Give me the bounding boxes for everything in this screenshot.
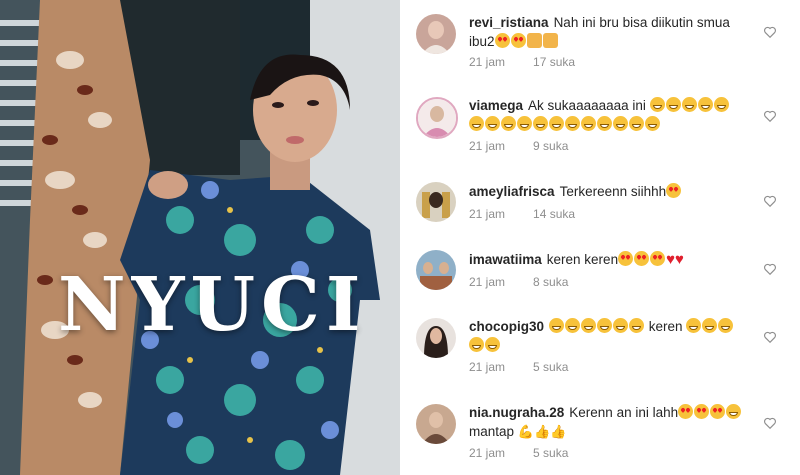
comment-time[interactable]: 21 jam (469, 55, 505, 69)
like-heart-icon[interactable] (763, 262, 777, 276)
comment-meta: 21 jam 5 suka (469, 446, 596, 460)
comment-time[interactable]: 21 jam (469, 360, 505, 374)
comment-likes[interactable]: 5 suka (533, 360, 568, 374)
like-heart-icon[interactable] (763, 194, 777, 208)
avatar[interactable] (416, 182, 456, 222)
avatar[interactable] (416, 97, 458, 139)
comment-emojis-line2: 💪👍👍 (517, 424, 567, 439)
comment-body: revi_ristiana Nah ini bru bisa diikutin s… (469, 13, 751, 51)
comment-emojis (494, 33, 559, 49)
post-photo: NYUCI (0, 0, 400, 475)
comment-time[interactable]: 21 jam (469, 207, 505, 221)
comment-username[interactable]: ameyliafrisca (469, 184, 555, 199)
comment-emojis: ♥♥ (618, 251, 684, 268)
comment-meta: 21 jam 8 suka (469, 275, 596, 289)
comment-likes[interactable]: 17 suka (533, 55, 575, 69)
comment-text: Ak sukaaaaaaaa ini (528, 98, 646, 113)
comment-meta: 21 jam 5 suka (469, 360, 596, 374)
comment-body: ameyliafriscaTerkereenn siihhh 😍 (469, 182, 751, 201)
comment-username[interactable]: nia.nugraha.28 (469, 405, 564, 420)
comment-likes[interactable]: 14 suka (533, 207, 575, 221)
comment-body: viamegaAk sukaaaaaaaa ini 😂😂😂😂😂😂😂😂😂😂😂😂😂😂… (469, 96, 751, 134)
comments-list[interactable]: revi_ristiana Nah ini bru bisa diikutin s… (400, 0, 800, 475)
comment-text: Kerenn an ini lahh (569, 405, 679, 420)
comment-emojis (678, 404, 742, 420)
comment-body: chocopig30 keren 😂😂😂😂😂😂 😂😂😂😂 (469, 317, 751, 355)
comment-text: Terkereenn siihhh (559, 184, 667, 199)
comment-likes[interactable]: 9 suka (533, 139, 568, 153)
comment-username[interactable]: revi_ristiana (469, 15, 549, 30)
avatar[interactable] (416, 404, 456, 444)
like-heart-icon[interactable] (763, 109, 777, 123)
photo-illustration (0, 0, 400, 475)
avatar[interactable] (416, 250, 456, 290)
avatar[interactable] (416, 14, 456, 54)
avatar[interactable] (416, 318, 456, 358)
comment-meta: 21 jam 14 suka (469, 207, 603, 221)
comment-text-line2: mantap (469, 424, 515, 439)
comment-body: nia.nugraha.28 Kerenn an ini lahh mantap … (469, 403, 751, 441)
like-heart-icon[interactable] (763, 25, 777, 39)
overlay-title: NYUCI (58, 262, 367, 348)
comment-username[interactable]: chocopig30 (469, 319, 544, 334)
comment-likes[interactable]: 5 suka (533, 446, 568, 460)
comment-meta: 21 jam 17 suka (469, 55, 603, 69)
comment-time[interactable]: 21 jam (469, 275, 505, 289)
like-heart-icon[interactable] (763, 330, 777, 344)
comment-emojis-before (549, 318, 645, 334)
comment-time[interactable]: 21 jam (469, 139, 505, 153)
comment-username[interactable]: viamega (469, 98, 523, 113)
comment-username[interactable]: imawatiima (469, 252, 542, 267)
like-heart-icon[interactable] (763, 416, 777, 430)
comment-text: keren (648, 319, 683, 334)
comment-time[interactable]: 21 jam (469, 446, 505, 460)
comment-meta: 21 jam 9 suka (469, 139, 596, 153)
comment-body: imawatiimakeren keren♥♥ 😍😍😍❤️❤️ (469, 250, 751, 269)
comment-text: keren keren (546, 252, 619, 267)
comment-likes[interactable]: 8 suka (533, 275, 568, 289)
comment-emojis (666, 183, 682, 199)
